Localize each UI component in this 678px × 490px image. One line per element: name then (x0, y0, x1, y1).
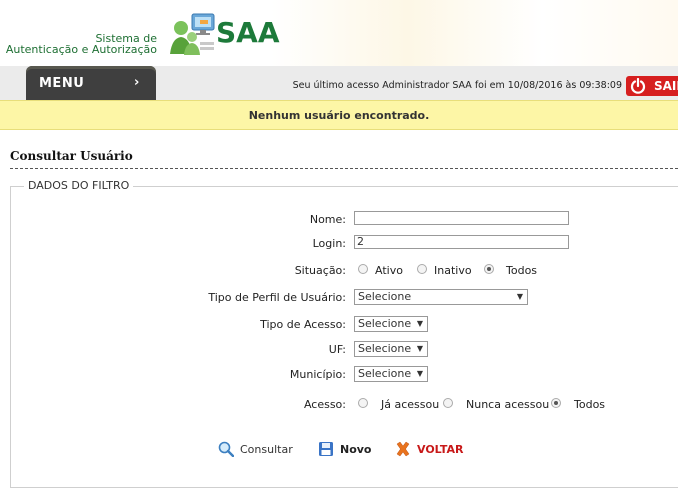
acesso-nunca-radio[interactable] (443, 398, 453, 408)
situacao-ativo-label: Ativo (375, 264, 403, 277)
login-input[interactable]: 2 (354, 235, 569, 249)
municipio-label: Município: (289, 368, 346, 381)
acesso-ja-label: Já acessou (381, 398, 440, 411)
chevron-right-icon: › (134, 75, 140, 90)
situacao-inativo-radio[interactable] (417, 264, 427, 274)
floppy-disk-icon (319, 442, 333, 456)
acesso-label: Acesso: (303, 398, 346, 411)
nome-input[interactable] (354, 211, 569, 225)
uf-label: UF: (328, 343, 346, 356)
login-label: Login: (312, 237, 346, 250)
logout-label: SAIR (654, 79, 678, 93)
situacao-label: Situação: (294, 264, 346, 277)
novo-button[interactable]: Novo (318, 442, 374, 457)
consultar-button[interactable]: Consultar (218, 441, 298, 457)
municipio-select[interactable]: Selecione ▼ (354, 366, 428, 382)
tipo-perfil-label: Tipo de Perfil de Usuário: (208, 291, 346, 304)
last-access-text: Seu último acesso Administrador SAA foi … (292, 80, 622, 91)
acesso-nunca-label: Nunca acessou (466, 398, 550, 411)
logout-button[interactable]: SAIR (626, 76, 678, 96)
acesso-ja-radio[interactable] (358, 398, 368, 408)
uf-value: Selecione (358, 342, 412, 355)
menu-button[interactable]: MENU › (26, 66, 156, 100)
tipo-perfil-select[interactable]: Selecione ▼ (354, 289, 528, 305)
tipo-acesso-select[interactable]: Selecione ▼ (354, 316, 428, 332)
voltar-button[interactable]: VOLTAR (395, 441, 465, 457)
municipio-value: Selecione (358, 367, 412, 380)
uf-select[interactable]: Selecione ▼ (354, 341, 428, 357)
page-title: Consultar Usuário (10, 149, 133, 163)
x-cross-icon (396, 441, 410, 457)
system-name-line2: Autenticação e Autorização (5, 43, 157, 56)
acesso-todos-radio[interactable] (551, 398, 561, 408)
situacao-todos-label: Todos (506, 264, 538, 277)
menu-label: MENU (39, 76, 85, 91)
magnifier-icon (218, 441, 234, 457)
situacao-ativo-radio[interactable] (358, 264, 368, 274)
power-icon (630, 78, 646, 94)
situacao-todos-radio[interactable] (484, 264, 494, 274)
users-computer-icon (170, 13, 215, 55)
dropdown-arrow-icon: ▼ (416, 344, 423, 353)
consultar-label: Consultar (240, 443, 293, 456)
message-bar: Nenhum usuário encontrado. (0, 100, 678, 130)
novo-label: Novo (340, 443, 372, 456)
acesso-todos-label: Todos (574, 398, 606, 411)
message-text: Nenhum usuário encontrado. (248, 109, 430, 122)
filter-legend: DADOS DO FILTRO (24, 179, 134, 192)
tipo-acesso-value: Selecione (358, 317, 412, 330)
tipo-acesso-label: Tipo de Acesso: (260, 318, 346, 331)
voltar-label: VOLTAR (417, 443, 464, 456)
nome-label: Nome: (309, 213, 346, 226)
tipo-perfil-value: Selecione (358, 290, 412, 303)
app-logo-text: SAA (216, 16, 280, 49)
title-divider (10, 168, 678, 169)
dropdown-arrow-icon: ▼ (516, 292, 523, 301)
system-name: Sistema de Autenticação e Autorização (6, 33, 157, 55)
dropdown-arrow-icon: ▼ (416, 319, 423, 328)
dropdown-arrow-icon: ▼ (416, 369, 423, 378)
situacao-inativo-label: Inativo (434, 264, 472, 277)
